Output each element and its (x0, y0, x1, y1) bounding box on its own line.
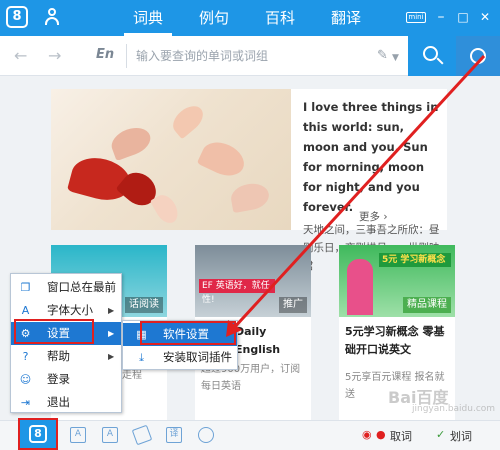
language-selector[interactable]: En (96, 47, 114, 62)
help-icon: ? (22, 350, 29, 363)
refresh-icon[interactable] (198, 427, 214, 443)
wifi-icon: ◉ (362, 428, 372, 441)
menu-item-font-size[interactable]: A 字体大小 ▶ (11, 299, 121, 322)
tab-dictionary[interactable]: 词典 (124, 0, 172, 36)
maximize-button[interactable]: □ (456, 10, 470, 24)
handwriting-icon[interactable]: ✎ (377, 48, 388, 63)
daily-sentence-card[interactable]: I love three things in this world: sun, … (51, 89, 447, 272)
menu-item-label: 字体大小 (47, 303, 93, 317)
translate-icon[interactable]: 译 (166, 427, 182, 443)
watermark-url: jingyan.baidu.com (412, 404, 496, 414)
chevron-right-icon: ▶ (108, 306, 115, 315)
menu-item-settings[interactable]: ⚙ 设置 ▶ (11, 322, 121, 345)
circle-icon (470, 48, 486, 64)
quci-dot-icon: ● (376, 428, 386, 441)
more-link[interactable]: 更多 › (359, 209, 388, 224)
quci-toggle[interactable]: 取词 (390, 428, 412, 444)
menu-item-always-on-top[interactable]: ❐ 窗口总在最前 (11, 276, 121, 299)
hero-english-text: I love three things in this world: sun, … (303, 100, 439, 214)
search-input[interactable] (136, 44, 366, 68)
card-tag: 话阅读 (125, 297, 163, 313)
extra-button[interactable] (456, 36, 500, 76)
app-logo-icon: 8 (29, 425, 47, 443)
menu-item-help[interactable]: ? 帮助 ▶ (11, 345, 121, 368)
title-bar: 8 词典 例句 百科 翻译 mini – □ ✕ (0, 0, 500, 36)
card-title: 5元学习新概念 零基础开口说英文 (345, 325, 445, 356)
exit-icon: ⇥ (20, 396, 31, 409)
menu-item-login[interactable]: ☺ 登录 (11, 368, 121, 391)
menu-item-label: 退出 (47, 395, 70, 409)
tab-encyclopedia[interactable]: 百科 (256, 0, 304, 36)
card-image-text: 5元 学习新概念 (379, 253, 451, 267)
mini-mode-button[interactable]: mini (406, 12, 426, 23)
image-a-icon[interactable]: A (102, 427, 118, 443)
card-tag: 推广 (279, 297, 307, 313)
menu-item-label: 设置 (47, 326, 70, 340)
person-figure (347, 259, 373, 315)
submenu-item-label: 安装取词插件 (163, 350, 232, 364)
submenu-item-label: 软件设置 (163, 327, 209, 341)
minimize-button[interactable]: – (434, 10, 448, 24)
divider (126, 44, 127, 68)
chevron-down-icon[interactable]: ▼ (392, 53, 399, 63)
app-logo-icon[interactable]: 8 (6, 6, 28, 28)
user-icon[interactable] (44, 8, 60, 26)
main-menu: ❐ 窗口总在最前 A 字体大小 ▶ ⚙ 设置 ▶ ? 帮助 ▶ ☺ 登录 ⇥ 退… (10, 273, 122, 413)
chevron-right-icon: ▶ (108, 352, 115, 361)
download-icon: ⤓ (139, 351, 144, 364)
check-icon: ✓ (436, 428, 446, 441)
tab-translate[interactable]: 翻译 (322, 0, 370, 36)
menu-item-exit[interactable]: ⇥ 退出 (11, 391, 121, 414)
settings-submenu: ▦ 软件设置 ⤓ 安装取词插件 (122, 320, 238, 370)
card-image-text: EF 英语好，就任性! (199, 279, 275, 305)
menu-item-install-plugin[interactable]: ⤓ 安装取词插件 (123, 346, 237, 369)
rose-petals-image (51, 89, 291, 230)
user-icon: ☺ (19, 373, 32, 386)
font-size-icon: A (21, 304, 30, 317)
menu-item-software-settings[interactable]: ▦ 软件设置 (123, 323, 237, 346)
font-a-icon[interactable]: A (70, 427, 86, 443)
menu-item-label: 登录 (47, 372, 70, 386)
bottom-toolbar: A A 译 ◉ ● 取词 ✓ 划词 (0, 420, 500, 450)
menu-item-label: 帮助 (47, 349, 70, 363)
gear-icon: ⚙ (20, 327, 31, 340)
window-icon: ❐ (20, 281, 31, 294)
forward-icon[interactable]: → (48, 46, 61, 65)
card-title: Daily English (235, 325, 281, 356)
huaci-toggle[interactable]: 划词 (450, 428, 472, 444)
close-button[interactable]: ✕ (478, 10, 492, 24)
main-menu-button[interactable]: 8 (18, 418, 58, 450)
eraser-icon[interactable] (131, 424, 153, 446)
card-tag: 精品课程 (403, 297, 451, 313)
tab-examples[interactable]: 例句 (190, 0, 238, 36)
search-button[interactable] (408, 36, 456, 76)
settings-icon: ▦ (136, 328, 147, 341)
back-icon[interactable]: ← (14, 46, 27, 65)
chevron-right-icon: ▶ (108, 329, 115, 338)
menu-item-label: 窗口总在最前 (47, 280, 116, 294)
